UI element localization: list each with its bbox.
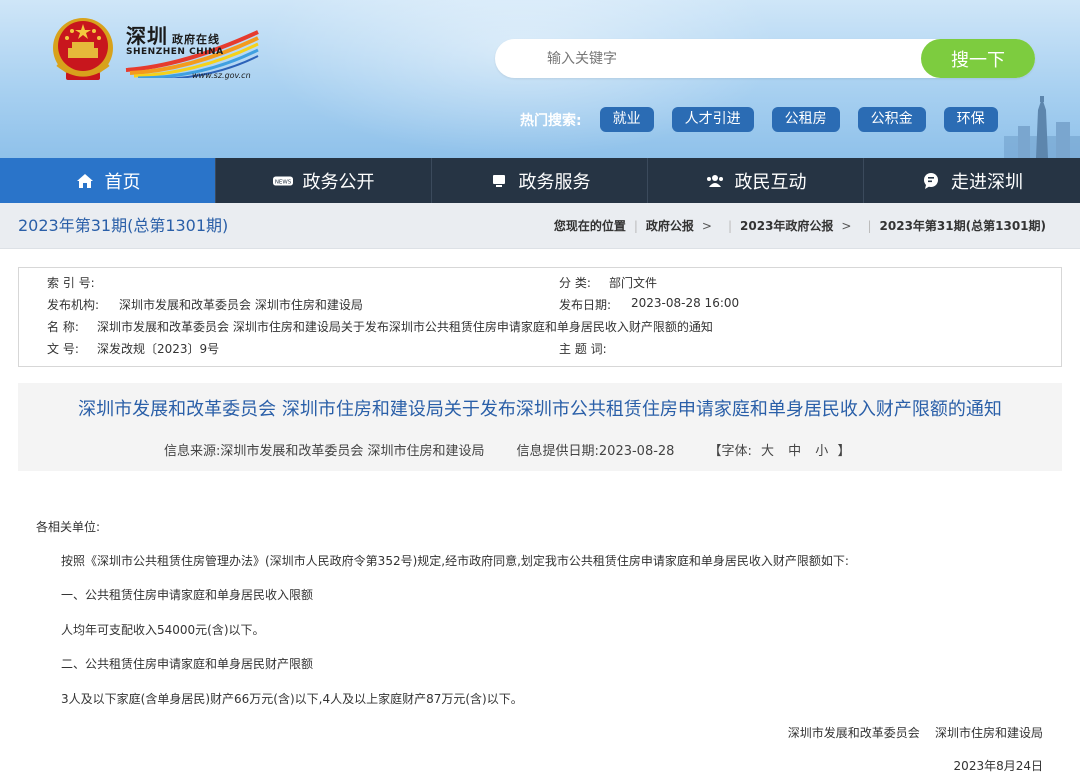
meta-name-label: 名 称: xyxy=(47,320,79,334)
nav-item-label: 首页 xyxy=(104,171,141,193)
nav-item-label: 政民互动 xyxy=(734,171,807,193)
hot-tag-environment[interactable]: 环保 xyxy=(943,107,998,132)
skyline-icon xyxy=(1004,96,1080,158)
meta-category-label: 分 类: xyxy=(559,276,591,290)
breadcrumb-link-gazette[interactable]: 政府公报 xyxy=(646,203,694,249)
article-paragraph: 二、公共租赁住房申请家庭和单身居民财产限额 xyxy=(61,657,314,671)
font-size-small-button[interactable]: 小 xyxy=(815,444,828,459)
meta-name-value: 深圳市发展和改革委员会 深圳市住房和建设局关于发布深圳市公共租赁住房申请家庭和单… xyxy=(97,320,713,334)
article-source: 信息来源:深圳市发展和改革委员会 深圳市住房和建设局 xyxy=(164,444,485,459)
font-size-large-button[interactable]: 大 xyxy=(761,444,774,459)
breadcrumb: 您现在的位置 | 政府公报 > | 2023年政府公报 > | 2023年第31… xyxy=(554,203,1046,249)
nav-item-government-affairs[interactable]: NEWS 政务公开 xyxy=(216,158,432,203)
logo-cn-text: 深圳 政府在线 xyxy=(126,24,220,48)
font-size-medium-button[interactable]: 中 xyxy=(788,444,801,459)
hot-tag-public-housing[interactable]: 公租房 xyxy=(771,107,840,132)
chat-icon xyxy=(921,171,941,191)
home-icon xyxy=(75,171,95,191)
site-header: 深圳政府在线 SHENZHEN CHINA www.sz.gov.cn 搜一下 … xyxy=(0,0,1080,158)
search-bar: 搜一下 xyxy=(495,39,1035,78)
hot-search-label: 热门搜索: xyxy=(520,112,582,129)
meta-index-label: 索 引 号: xyxy=(47,276,95,290)
logo-en-text: SHENZHEN CHINA xyxy=(126,47,224,57)
meta-category-value: 部门文件 xyxy=(609,276,658,290)
svg-text:NEWS: NEWS xyxy=(274,179,291,185)
article-provided-date: 信息提供日期:2023-08-28 xyxy=(516,444,675,459)
meta-docno-label: 文 号: xyxy=(47,342,79,356)
meta-publisher-label: 发布机构: xyxy=(47,298,100,312)
article-paragraph: 人均年可支配收入54000元(含)以下。 xyxy=(61,623,265,637)
meta-date-label: 发布日期: xyxy=(559,298,612,312)
article-paragraph: 按照《深圳市公共租赁住房管理办法》(深圳市人民政府令第352号)规定,经市政府同… xyxy=(61,554,849,568)
search-button[interactable]: 搜一下 xyxy=(921,39,1035,78)
article-header: 深圳市发展和改革委员会 深圳市住房和建设局关于发布深圳市公共租赁住房申请家庭和单… xyxy=(18,383,1062,471)
site-logo[interactable]: 深圳 政府在线 SHENZHEN CHINA xyxy=(126,20,224,57)
nav-item-label: 政务服务 xyxy=(518,171,591,193)
national-emblem-icon xyxy=(53,18,113,80)
nav-item-label: 政务公开 xyxy=(302,171,375,193)
hot-tag-employment[interactable]: 就业 xyxy=(599,107,654,132)
meta-publisher-value: 深圳市发展和改革委员会 深圳市住房和建设局 xyxy=(119,298,363,312)
logo-url: www.sz.gov.cn xyxy=(192,71,251,80)
article-info: 信息来源:深圳市发展和改革委员会 深圳市住房和建设局 信息提供日期:2023-0… xyxy=(164,440,850,459)
news-icon: NEWS xyxy=(272,171,293,191)
issue-title: 2023年第31期(总第1301期) xyxy=(18,216,229,235)
article-paragraph: 3人及以下家庭(含单身居民)财产66万元(含)以下,4人及以上家庭财产87万元(… xyxy=(61,692,523,706)
chevron-right-icon: > xyxy=(701,219,712,233)
breadcrumb-bar: 2023年第31期(总第1301期) 您现在的位置 | 政府公报 > | 202… xyxy=(0,203,1080,249)
nav-item-label: 走进深圳 xyxy=(951,171,1023,193)
article-paragraph: 一、公共租赁住房申请家庭和单身居民收入限额 xyxy=(61,588,314,602)
hot-tag-talent[interactable]: 人才引进 xyxy=(671,107,754,132)
hot-tag-housing-fund[interactable]: 公积金 xyxy=(857,107,926,132)
breadcrumb-link-2023[interactable]: 2023年政府公报 xyxy=(740,203,833,249)
meta-subject-label: 主 题 词: xyxy=(559,342,607,356)
hot-search: 热门搜索: 就业 人才引进 公租房 公积金 环保 xyxy=(520,107,1016,132)
font-size-close: 】 xyxy=(837,444,851,459)
monitor-icon xyxy=(489,171,509,191)
chevron-right-icon: > xyxy=(841,219,852,233)
font-size-switcher: 【字体: 大 中 小 】 xyxy=(708,440,850,459)
people-icon xyxy=(705,171,725,191)
nav-item-about-shenzhen[interactable]: 走进深圳 xyxy=(864,158,1080,203)
meta-docno-value: 深发改规〔2023〕9号 xyxy=(97,342,220,356)
article-salutation: 各相关单位: xyxy=(36,520,101,534)
article-date: 2023年8月24日 xyxy=(953,759,1043,773)
nav-item-home[interactable]: 首页 xyxy=(0,158,216,203)
article-signature: 深圳市发展和改革委员会 深圳市住房和建设局 xyxy=(787,726,1043,740)
main-nav: 首页 NEWS 政务公开 政务服务 政民互动 走进深圳 xyxy=(0,158,1080,203)
nav-item-interaction[interactable]: 政民互动 xyxy=(648,158,864,203)
search-input[interactable] xyxy=(515,39,915,78)
article-title: 深圳市发展和改革委员会 深圳市住房和建设局关于发布深圳市公共租赁住房申请家庭和单… xyxy=(78,399,1002,420)
breadcrumb-location-label: 您现在的位置 xyxy=(553,219,626,233)
meta-date-value: 2023-08-28 16:00 xyxy=(631,296,740,310)
breadcrumb-link-issue[interactable]: 2023年第31期(总第1301期) xyxy=(880,203,1046,249)
font-size-label: 【字体: xyxy=(708,444,752,459)
document-meta: 索 引 号: 分 类: 部门文件 发布机构: 深圳市发展和改革委员会 深圳市住房… xyxy=(18,267,1062,367)
nav-item-government-services[interactable]: 政务服务 xyxy=(432,158,648,203)
